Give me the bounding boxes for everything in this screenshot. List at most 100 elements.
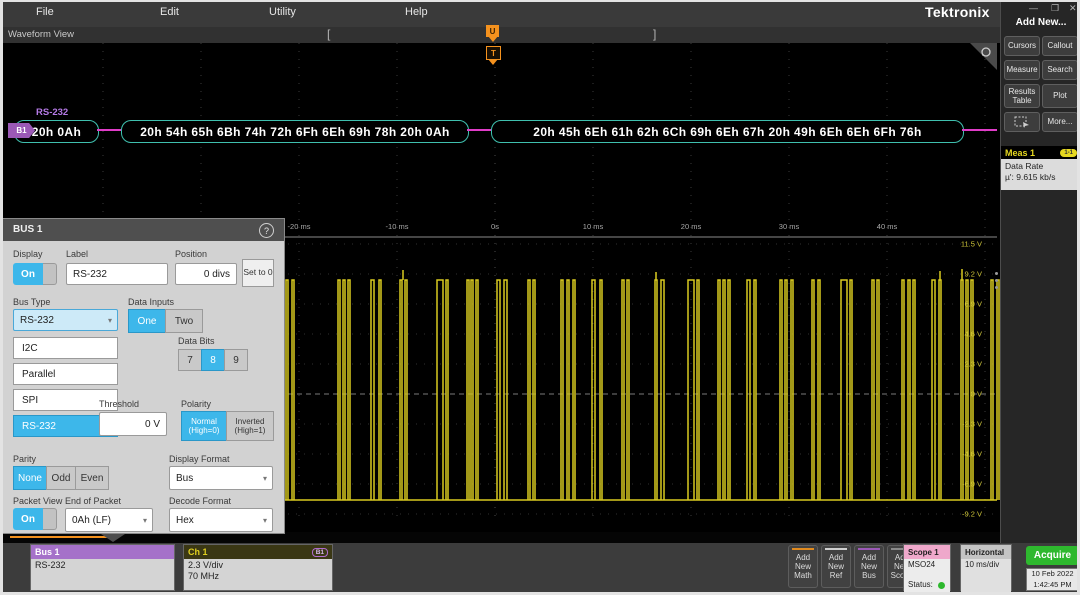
menu-help[interactable]: Help bbox=[405, 6, 428, 18]
add-new-bus-button[interactable]: Add New Bus bbox=[854, 545, 884, 588]
source-color-stripe bbox=[825, 548, 847, 550]
more-button[interactable]: More... bbox=[1042, 112, 1078, 132]
scope1-status-label: Status: bbox=[908, 580, 933, 590]
packet-view-toggle-knob bbox=[43, 508, 57, 530]
end-of-packet-label: End of Packet bbox=[65, 496, 121, 506]
window-minimize-button[interactable]: — bbox=[1029, 3, 1038, 13]
display-toggle-knob bbox=[43, 263, 57, 285]
bus1-card-type: RS-232 bbox=[35, 560, 66, 570]
packet-view-toggle[interactable]: On bbox=[13, 508, 57, 530]
bus-idle-line bbox=[467, 129, 491, 131]
dialog-title: BUS 1 bbox=[13, 224, 42, 235]
horizontal-card-title: Horizontal bbox=[965, 548, 1004, 557]
search-button[interactable]: Search bbox=[1042, 60, 1078, 80]
set-to-zero-button[interactable]: Set to 0 bbox=[242, 259, 274, 287]
callout-button[interactable]: Callout bbox=[1042, 36, 1078, 56]
volt-tick-label: 9.2 V bbox=[964, 270, 982, 279]
bus-type-dropdown[interactable]: RS-232 ▾ bbox=[13, 309, 118, 331]
data-inputs-one-button[interactable]: One bbox=[128, 309, 166, 333]
volt-tick-label: -2.3 V bbox=[962, 420, 982, 429]
data-bits-7-button[interactable]: 7 bbox=[178, 349, 202, 371]
parity-even-button[interactable]: Even bbox=[75, 466, 109, 490]
time-tick-label: 30 ms bbox=[779, 222, 799, 231]
results-table-button[interactable]: Results Table bbox=[1004, 84, 1040, 108]
meas1-result-card[interactable]: Meas 1 1-1 Data Rate µ': 9.615 kb/s bbox=[1001, 146, 1080, 190]
bus-packet: 20h 54h 65h 6Bh 74h 72h 6Fh 6Eh 69h 78h … bbox=[121, 120, 469, 143]
time-tick-label: -10 ms bbox=[386, 222, 409, 231]
source-color-stripe bbox=[792, 548, 814, 550]
scope1-badge-card[interactable]: Scope 1 MSO24 Status: bbox=[903, 544, 951, 591]
display-format-dropdown[interactable]: Bus ▾ bbox=[169, 466, 273, 490]
display-format-label: Display Format bbox=[169, 454, 230, 464]
cursors-button[interactable]: Cursors bbox=[1004, 36, 1040, 56]
expansion-point-arrow-icon bbox=[488, 36, 498, 42]
parity-none-button[interactable]: None bbox=[13, 466, 47, 490]
end-of-packet-value: 0Ah (LF) bbox=[72, 515, 111, 526]
window-close-button[interactable]: ✕ bbox=[1069, 3, 1077, 14]
datetime-display: 10 Feb 2022 1:42:45 PM bbox=[1026, 568, 1079, 591]
data-inputs-two-button[interactable]: Two bbox=[165, 309, 203, 333]
channel-ground-marker bbox=[10, 536, 110, 538]
horizontal-badge-card[interactable]: Horizontal 10 ms/div bbox=[960, 544, 1012, 591]
polarity-normal-button[interactable]: Normal (High=0) bbox=[181, 411, 227, 441]
zoom-box-button[interactable] bbox=[1004, 112, 1040, 132]
time-text: 1:42:45 PM bbox=[1027, 580, 1078, 591]
bus-type-option-i2c[interactable]: I2C bbox=[13, 337, 118, 359]
volt-tick-label: 0 V bbox=[971, 390, 982, 399]
end-of-packet-dropdown[interactable]: 0Ah (LF) ▾ bbox=[65, 508, 153, 532]
bus-type-label: Bus Type bbox=[13, 297, 50, 307]
zoom-bracket-right[interactable]: ] bbox=[653, 27, 656, 41]
bus-type-option-parallel[interactable]: Parallel bbox=[13, 363, 118, 385]
date-text: 10 Feb 2022 bbox=[1027, 569, 1078, 580]
trigger-position-arrow-icon bbox=[488, 59, 498, 65]
volt-tick-label: -9.2 V bbox=[962, 510, 982, 519]
chevron-down-icon: ▾ bbox=[263, 516, 267, 525]
menu-bar: File Edit Utility Help Tektronix bbox=[0, 0, 1080, 28]
parity-odd-button[interactable]: Odd bbox=[46, 466, 76, 490]
position-label: Position bbox=[175, 249, 207, 259]
bus-type-value: RS-232 bbox=[20, 315, 54, 326]
tektronix-logo: Tektronix bbox=[925, 4, 990, 20]
frame-left bbox=[0, 0, 3, 595]
volt-tick-label: 6.9 V bbox=[964, 300, 982, 309]
decode-format-dropdown[interactable]: Hex ▾ bbox=[169, 508, 273, 532]
volt-tick-label: -4.6 V bbox=[962, 450, 982, 459]
zoom-bracket-left[interactable]: [ bbox=[327, 27, 330, 41]
position-input[interactable]: 0 divs bbox=[175, 263, 237, 285]
acquire-button[interactable]: Acquire bbox=[1026, 546, 1079, 565]
bus-idle-line bbox=[97, 129, 121, 131]
trigger-position-marker[interactable]: T bbox=[486, 46, 501, 60]
label-input[interactable]: RS-232 bbox=[66, 263, 168, 285]
polarity-inverted-button[interactable]: Inverted (High=1) bbox=[226, 411, 274, 441]
data-bits-9-button[interactable]: 9 bbox=[224, 349, 248, 371]
menu-utility[interactable]: Utility bbox=[269, 6, 296, 18]
display-format-value: Bus bbox=[176, 473, 193, 484]
help-icon[interactable]: ? bbox=[259, 223, 274, 238]
chevron-down-icon: ▾ bbox=[263, 474, 267, 483]
add-new-math-button[interactable]: Add New Math bbox=[788, 545, 818, 588]
time-tick-label: 0s bbox=[491, 222, 499, 231]
scope1-card-title: Scope 1 bbox=[908, 548, 939, 557]
data-inputs-label: Data Inputs bbox=[128, 297, 174, 307]
display-toggle-on: On bbox=[13, 263, 43, 285]
bus1-badge-card[interactable]: Bus 1 RS-232 bbox=[30, 544, 175, 591]
packet-view-toggle-on: On bbox=[13, 508, 43, 530]
panel-grip-handle[interactable] bbox=[993, 268, 999, 292]
menu-file[interactable]: File bbox=[36, 6, 54, 18]
data-bits-8-button[interactable]: 8 bbox=[201, 349, 225, 371]
plot-button[interactable]: Plot bbox=[1042, 84, 1078, 108]
menu-edit[interactable]: Edit bbox=[160, 6, 179, 18]
status-ok-dot-icon bbox=[938, 582, 945, 589]
measure-button[interactable]: Measure bbox=[1004, 60, 1040, 80]
display-toggle[interactable]: On bbox=[13, 263, 57, 285]
threshold-input[interactable]: 0 V bbox=[99, 412, 167, 436]
add-new-ref-button[interactable]: Add New Ref bbox=[821, 545, 851, 588]
meas1-source-badge: 1-1 bbox=[1060, 149, 1077, 157]
dialog-header[interactable]: BUS 1 ? bbox=[3, 219, 284, 241]
window-maximize-button[interactable]: ❐ bbox=[1051, 3, 1059, 14]
parity-label: Parity bbox=[13, 454, 36, 464]
right-sidebar: — ❐ ✕ Add New... CursorsCalloutMeasureSe… bbox=[1000, 0, 1080, 543]
bus1-card-title: Bus 1 bbox=[35, 547, 60, 557]
meas1-value: µ': 9.615 kb/s bbox=[1005, 172, 1077, 183]
ch1-badge-card[interactable]: Ch 1 B1 2.3 V/div 70 MHz bbox=[183, 544, 333, 591]
